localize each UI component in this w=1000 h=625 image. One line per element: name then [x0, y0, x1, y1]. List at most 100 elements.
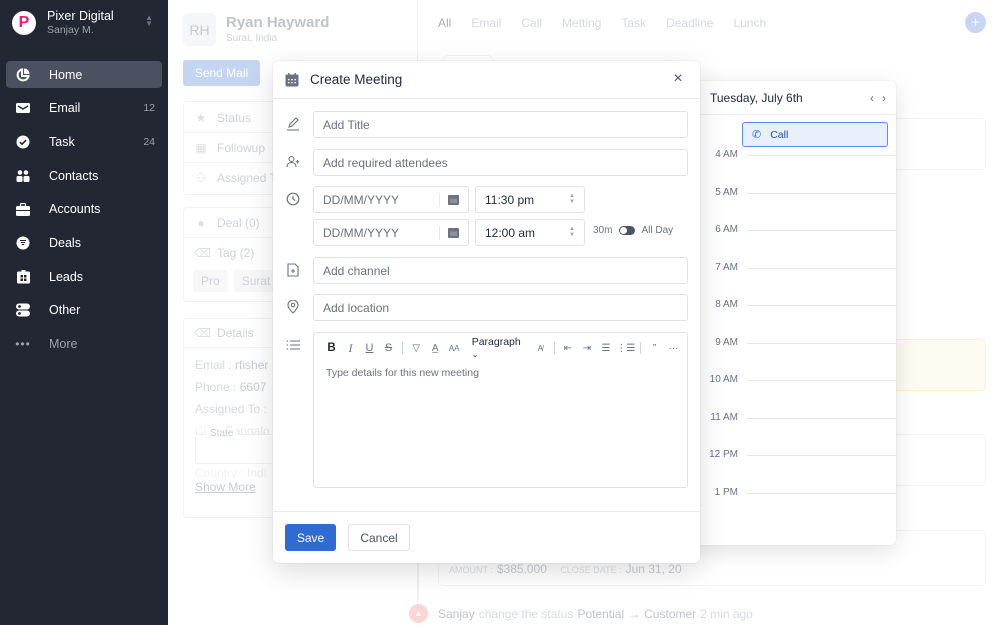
start-date-input[interactable]: DD/MM/YYYY: [313, 186, 469, 213]
amount-label: AMOUNT :: [449, 565, 493, 575]
sidebar-item-label: Contacts: [49, 168, 99, 183]
hour-row[interactable]: 6 AM: [690, 224, 896, 236]
attendees-input[interactable]: Add required attendees: [313, 149, 688, 176]
location-input[interactable]: Add location: [313, 294, 688, 321]
title-input[interactable]: Add Title: [313, 111, 688, 138]
hour-gridline: [747, 380, 896, 381]
underline-icon[interactable]: U: [364, 342, 375, 354]
sidebar-item-label: Other: [49, 303, 81, 318]
followup-label: Followup: [217, 140, 266, 155]
sidebar-item-more[interactable]: ••• More: [6, 331, 162, 358]
duration-label: 30m: [593, 225, 613, 236]
indent-icon[interactable]: ⇥: [581, 343, 592, 354]
sidebar-item-other[interactable]: Other: [6, 297, 162, 324]
chevron-right-icon[interactable]: ›: [882, 91, 886, 105]
hour-gridline: [747, 455, 896, 456]
all-day-label: All Day: [641, 225, 674, 236]
calendar-picker-icon[interactable]: [448, 227, 459, 241]
hour-row[interactable]: 11 AM: [690, 412, 896, 424]
numbered-list-icon[interactable]: ⋮☰: [616, 343, 635, 354]
sidebar-item-contacts[interactable]: Contacts: [6, 162, 162, 189]
start-time-select[interactable]: 11:30 pm ▲ ▼: [475, 186, 585, 213]
sidebar-item-deals[interactable]: Deals: [6, 229, 162, 256]
sidebar-item-email[interactable]: Email 12: [6, 95, 162, 122]
tab-meeting[interactable]: Metting: [562, 16, 601, 30]
details-editor[interactable]: B I U S ▽ A̲ AA Paragraph ⌄ A̸ ⇤ ⇥ ☰ ⋮☰ …: [313, 332, 688, 488]
end-date-input[interactable]: DD/MM/YYYY: [313, 219, 469, 246]
chevron-left-icon[interactable]: ‹: [870, 91, 874, 105]
calendar-event-call[interactable]: ✆ Call: [742, 122, 888, 147]
clock-icon: [285, 191, 301, 207]
sidebar-item-label: Task: [49, 134, 75, 149]
sidebar-item-task[interactable]: Task 24: [6, 128, 162, 155]
sidebar-item-home[interactable]: Home: [6, 61, 162, 88]
clear-format-icon[interactable]: A̸: [535, 344, 546, 353]
close-icon[interactable]: ×: [670, 71, 686, 87]
hour-label: 6 AM: [715, 224, 738, 235]
tab-all[interactable]: All: [438, 16, 451, 30]
font-size-icon[interactable]: AA: [449, 344, 460, 353]
hour-row[interactable]: 9 AM: [690, 337, 896, 349]
send-mail-button[interactable]: Send Mail: [183, 60, 260, 86]
bold-icon[interactable]: B: [326, 342, 337, 354]
chevron-updown-icon[interactable]: ▲ ▼: [145, 14, 153, 28]
highlight-icon[interactable]: ▽: [411, 343, 422, 354]
italic-icon[interactable]: I: [345, 341, 356, 356]
phone-icon: ✆: [752, 129, 762, 141]
state-label: State: [207, 428, 237, 439]
all-day-toggle[interactable]: [619, 226, 636, 235]
hour-row[interactable]: 1 PM: [690, 487, 896, 499]
pie-chart-icon: [16, 67, 30, 82]
tag-chip[interactable]: Pro: [193, 270, 228, 292]
sidebar-item-leads[interactable]: Leads: [6, 263, 162, 290]
hour-gridline: [747, 155, 896, 156]
duration-controls: 30m All Day: [593, 225, 673, 236]
close-date-value: Jun 31, 20: [625, 562, 682, 576]
strikethrough-icon[interactable]: S: [383, 342, 394, 354]
start-time-value: 11:30 pm: [485, 192, 535, 207]
create-meeting-dialog: Create Meeting × Add Title Add required …: [273, 61, 700, 563]
paragraph-style-dropdown[interactable]: Paragraph ⌄: [472, 336, 521, 360]
close-date-label: CLOSE DATE :: [560, 565, 622, 575]
outdent-icon[interactable]: ⇤: [562, 343, 573, 354]
sidebar-item-accounts[interactable]: Accounts: [6, 196, 162, 223]
hour-row[interactable]: 12 PM: [690, 449, 896, 461]
paragraph-label: Paragraph: [471, 336, 521, 348]
hour-row[interactable]: 8 AM: [690, 299, 896, 311]
tab-email[interactable]: Email: [471, 16, 501, 30]
id-badge-icon: [16, 269, 30, 284]
hour-row[interactable]: 5 AM: [690, 187, 896, 199]
text-color-icon[interactable]: A̲: [430, 343, 441, 354]
hour-row[interactable]: 10 AM: [690, 374, 896, 386]
add-activity-button[interactable]: +: [965, 12, 986, 33]
sidebar-nav: Home Email 12 Task 24 Contacts Accounts …: [6, 61, 162, 364]
tab-deadline[interactable]: Deadline: [666, 16, 713, 30]
contact-name: Ryan Hayward: [226, 14, 330, 31]
tab-lunch[interactable]: Lunch: [733, 16, 766, 30]
tab-task[interactable]: Task: [621, 16, 646, 30]
sidebar-item-label: Leads: [49, 269, 84, 284]
arrow-icon: →: [628, 606, 641, 621]
workspace-switcher[interactable]: P Pixer Digital Sanjay M. ▲ ▼: [12, 9, 157, 37]
hour-row[interactable]: 4 AM: [690, 149, 896, 161]
more-options-icon[interactable]: ···: [668, 343, 679, 354]
pencil-icon: [285, 116, 301, 132]
activity-user: Sanjay: [438, 606, 475, 621]
brand-logo: P: [12, 11, 36, 35]
cancel-button[interactable]: Cancel: [348, 524, 410, 551]
quote-icon[interactable]: ”: [649, 343, 660, 354]
save-button[interactable]: Save: [285, 524, 336, 551]
calendar-picker-icon[interactable]: [448, 194, 459, 208]
toolbar-divider: [402, 342, 403, 354]
tag-chip[interactable]: Surat: [233, 270, 279, 292]
plus-icon: +: [971, 14, 980, 31]
org-name: Pixer Digital: [47, 9, 114, 23]
tag-label: Tag (2): [217, 246, 255, 260]
start-date-placeholder: DD/MM/YYYY: [323, 192, 400, 207]
bullet-list-icon[interactable]: ☰: [600, 343, 611, 354]
end-time-select[interactable]: 12:00 am ▲ ▼: [475, 219, 585, 246]
tab-call[interactable]: Call: [521, 16, 542, 30]
channel-input[interactable]: Add channel: [313, 257, 688, 284]
hour-row[interactable]: 7 AM: [690, 262, 896, 274]
sidebar-item-label: Email: [49, 101, 81, 116]
